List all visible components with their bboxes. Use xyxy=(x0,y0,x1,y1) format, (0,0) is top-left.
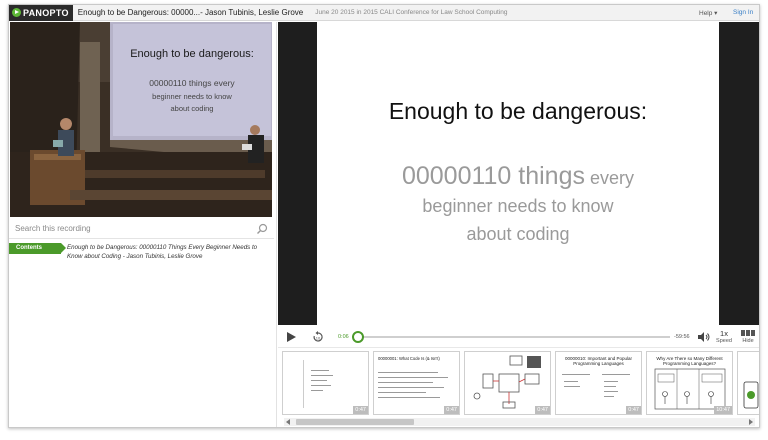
play-logo-icon xyxy=(12,8,21,17)
player-controls: 10 0:06 -59:56 1x Speed Hide xyxy=(278,326,759,348)
app-window: PANOPTO Enough to be Dangerous: 00000...… xyxy=(8,4,760,428)
thumbnail-1[interactable]: 0:47 xyxy=(282,351,369,415)
thumbnail-phone xyxy=(743,381,759,409)
current-time: 0:06 xyxy=(338,334,349,340)
speed-value: 1x xyxy=(720,329,728,338)
thumbnail-duration: 10:47 xyxy=(714,406,732,414)
scrollbar-thumb[interactable] xyxy=(296,419,414,425)
current-slide: Enough to be dangerous: 00000110 things … xyxy=(317,22,719,325)
video-feed[interactable]: Enough to be dangerous: 00000110 things … xyxy=(10,22,272,217)
screen-title: Enough to be dangerous: xyxy=(130,48,254,60)
thumbnail-scrollbar[interactable] xyxy=(284,418,755,426)
thumbnail-4[interactable]: 00000010: Important and Popular Programm… xyxy=(555,351,642,415)
screen-line2: beginner needs to know xyxy=(152,92,232,101)
hide-button[interactable]: Hide xyxy=(739,329,757,344)
logo-text: PANOPTO xyxy=(23,7,69,18)
hide-icon xyxy=(741,330,755,336)
progress-handle[interactable] xyxy=(351,331,364,343)
thumbnail-duration: 0:47 xyxy=(535,406,550,414)
sign-in-link[interactable]: Sign In xyxy=(733,9,753,16)
thumbnail-strip: 0:47 00000001: What Code Is (& Isn't) 0:… xyxy=(278,348,759,415)
slide-subtitle: 00000110 things every beginner needs to … xyxy=(317,162,719,248)
recording-title: Enough to be Dangerous: 00000...- Jason … xyxy=(77,8,304,17)
progress-track[interactable] xyxy=(357,336,670,338)
slide-sub-small: every xyxy=(585,168,635,188)
thumbnail-duration: 0:47 xyxy=(353,406,368,414)
play-button[interactable] xyxy=(287,332,296,342)
thumbnail-title: 00000001: What Code Is (& Isn't) xyxy=(378,356,440,361)
search-icon[interactable] xyxy=(256,223,268,235)
header-bar: PANOPTO Enough to be Dangerous: 00000...… xyxy=(9,5,759,21)
thumbnail-duration: 0:47 xyxy=(444,406,459,414)
scroll-right-arrow-icon[interactable] xyxy=(749,419,753,425)
contents-tab[interactable]: Contents xyxy=(9,243,66,254)
remaining-time: -59:56 xyxy=(674,334,690,340)
thumbnail-comic xyxy=(654,368,726,410)
left-panel: Enough to be dangerous: 00000110 things … xyxy=(9,22,277,427)
search-input[interactable]: Search this recording xyxy=(15,224,91,233)
slide-sub-line2: beginner needs to know xyxy=(422,196,614,216)
volume-icon[interactable] xyxy=(698,332,710,342)
thumbnail-2[interactable]: 00000001: What Code Is (& Isn't) 0:47 xyxy=(373,351,460,415)
scroll-left-arrow-icon[interactable] xyxy=(286,419,290,425)
slide-sub-line3: about coding xyxy=(466,224,570,244)
panopto-logo[interactable]: PANOPTO xyxy=(9,5,73,21)
speed-button[interactable]: 1x Speed xyxy=(715,329,733,344)
slide-sub-big: 00000110 things xyxy=(401,162,585,190)
hide-label: Hide xyxy=(742,338,754,344)
rewind-icon[interactable]: 10 xyxy=(312,331,324,343)
contents-entry[interactable]: Enough to be Dangerous: 00000110 Things … xyxy=(67,243,272,261)
slide-title: Enough to be dangerous: xyxy=(388,98,648,124)
thumbnail-title: 00000010: Important and Popular Programm… xyxy=(564,356,633,366)
screen-line1: 00000110 things every xyxy=(149,78,235,88)
thumbnail-5[interactable]: Why Are There so Many Different Programm… xyxy=(646,351,733,415)
thumbnail-3[interactable]: 0:47 xyxy=(464,351,551,415)
recording-subtitle: June 20 2015 in 2015 CALI Conference for… xyxy=(315,9,508,16)
slide-viewer[interactable]: Enough to be dangerous: 00000110 things … xyxy=(278,22,759,325)
thumbnail-duration: 0:47 xyxy=(626,406,641,414)
thumbnail-6-partial[interactable] xyxy=(737,351,759,415)
screen-line3: about coding xyxy=(171,104,214,113)
help-menu[interactable]: Help ▾ xyxy=(699,9,717,17)
video-frame-image: Enough to be dangerous: 00000110 things … xyxy=(10,22,272,217)
svg-text:10: 10 xyxy=(316,336,321,341)
search-bar[interactable]: Search this recording xyxy=(9,219,274,239)
speed-label: Speed xyxy=(716,338,732,344)
thumbnail-diagram xyxy=(473,355,541,409)
right-panel: Enough to be dangerous: 00000110 things … xyxy=(278,22,759,427)
